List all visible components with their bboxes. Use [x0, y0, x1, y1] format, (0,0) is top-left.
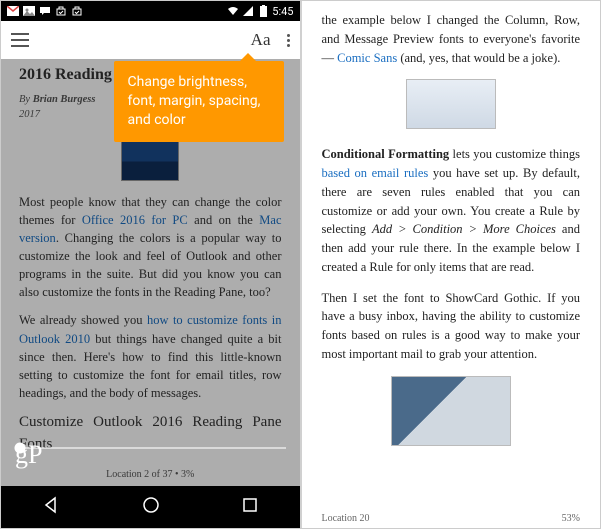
menu-icon[interactable]	[11, 33, 29, 47]
store-icon	[55, 5, 67, 17]
link-email-rules[interactable]: based on email rules	[322, 166, 429, 180]
android-status-bar: 5:45	[1, 1, 300, 21]
paragraph: Then I set the font to ShowCard Gothic. …	[322, 289, 581, 364]
android-nav-bar	[1, 486, 300, 528]
back-button[interactable]	[42, 496, 60, 519]
recents-button[interactable]	[242, 497, 258, 518]
gmail-icon	[7, 5, 19, 17]
signal-icon	[242, 5, 254, 17]
coach-tooltip[interactable]: Change brightness, font, margin, spacing…	[114, 61, 284, 142]
location-indicator-left: Location 2 of 37 • 3%	[1, 469, 300, 480]
paragraph: Conditional Formatting lets you customiz…	[322, 145, 581, 276]
footer-right: Location 20 53%	[302, 513, 601, 524]
paragraph: the example below I changed the Column, …	[322, 11, 581, 67]
gp-watermark: gP	[15, 440, 42, 470]
photo-icon	[23, 5, 35, 17]
location-indicator-right: Location 20	[322, 513, 370, 524]
left-pane: 5:45 Aa Change brightness, font, margin,…	[1, 1, 302, 528]
typography-button[interactable]: Aa	[251, 30, 271, 50]
progress-slider[interactable]	[1, 436, 300, 460]
battery-icon	[257, 5, 269, 17]
link-office-pc[interactable]: Office 2016 for PC	[82, 213, 188, 227]
link-comic-sans[interactable]: Comic Sans	[337, 51, 397, 65]
paragraph: We already showed you how to customize f…	[19, 311, 282, 402]
wifi-icon	[227, 5, 239, 17]
screenshot-conditional-formatting	[391, 376, 511, 446]
store-icon-2	[71, 5, 83, 17]
screenshot-inbox-fonts	[406, 79, 496, 129]
chat-icon	[39, 5, 51, 17]
right-pane: the example below I changed the Column, …	[302, 1, 601, 528]
status-time: 5:45	[272, 5, 293, 18]
paragraph: Most people know that they can change th…	[19, 193, 282, 302]
home-button[interactable]	[142, 496, 160, 519]
overflow-menu-icon[interactable]	[287, 34, 290, 47]
tooltip-text: Change brightness, font, margin, spacing…	[128, 74, 261, 128]
percent-indicator: 53%	[562, 513, 580, 524]
reader-content-right[interactable]: the example below I changed the Column, …	[302, 1, 601, 504]
